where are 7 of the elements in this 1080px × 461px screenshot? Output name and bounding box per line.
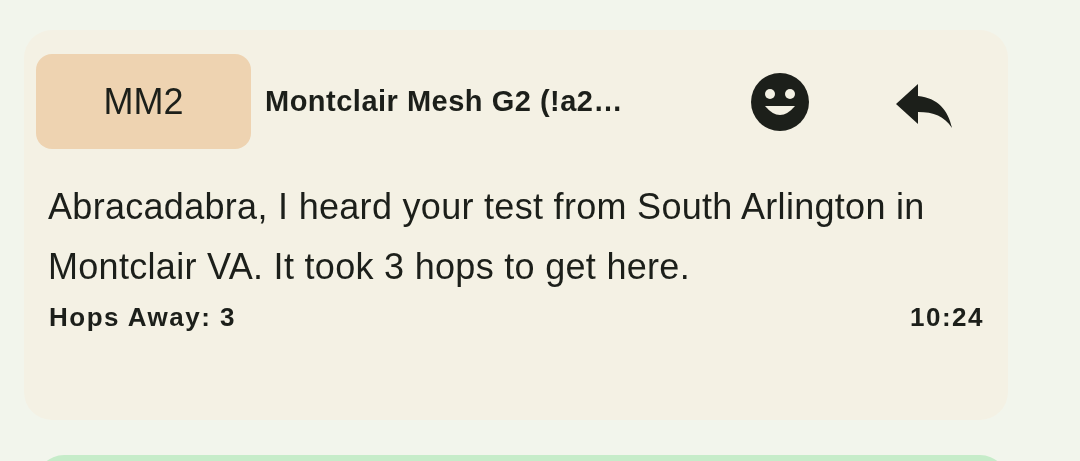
- avatar-badge[interactable]: MM2: [36, 54, 251, 149]
- message-text: Abracadabra, I heard your test from South Arlington in Montclair VA. It took 3 hops to get here.: [48, 185, 926, 289]
- reply-icon[interactable]: [896, 83, 952, 128]
- hops-label: Hops Away: 3: [49, 301, 237, 334]
- emoji-icon[interactable]: [750, 71, 810, 132]
- message-time: 10:24: [910, 301, 984, 334]
- sender-name: Montclair Mesh G2 (!a2…: [265, 85, 624, 118]
